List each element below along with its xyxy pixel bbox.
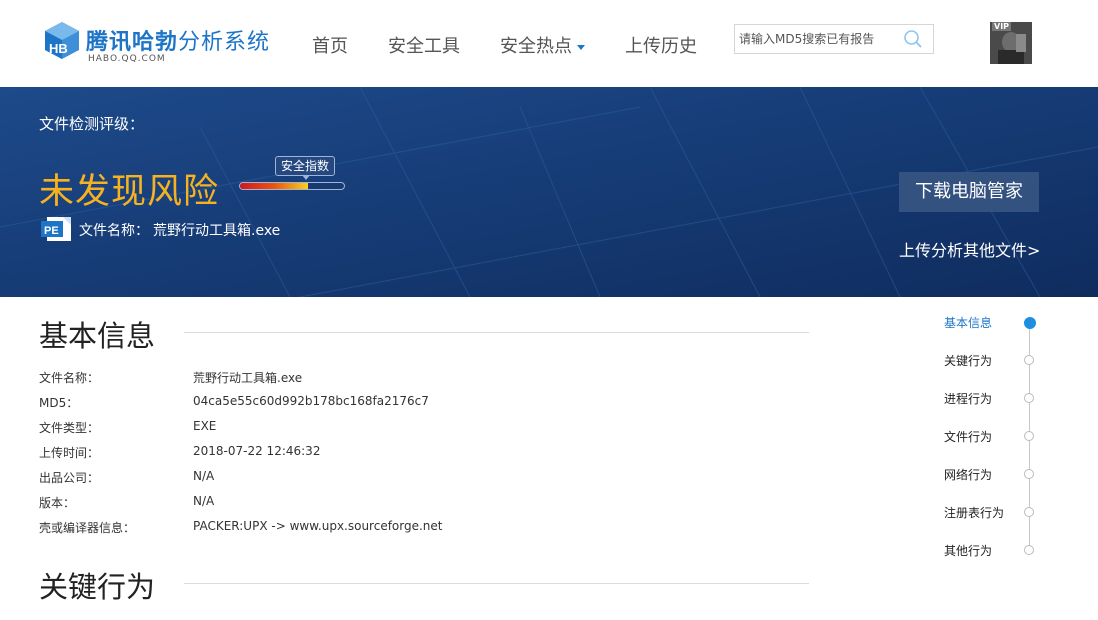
main-nav: 首页 安全工具 安全热点 上传历史 <box>312 32 737 60</box>
risk-verdict: 未发现风险 <box>39 172 220 212</box>
rail-dot-other-behavior[interactable] <box>1024 545 1034 555</box>
habo-cube-icon: HB <box>45 22 79 59</box>
rail-dot-key-behavior[interactable] <box>1024 355 1034 365</box>
rail-item-basic-info[interactable]: 基本信息 <box>944 314 992 331</box>
upload-other-files-link[interactable]: 上传分析其他文件> <box>899 237 1040 261</box>
nav-upload-history-label: 上传历史 <box>625 36 697 57</box>
info-key-file-name: 文件名称： <box>39 371 100 385</box>
user-avatar[interactable]: VIP <box>990 22 1032 64</box>
rail-item-file-behavior[interactable]: 文件行为 <box>944 428 992 445</box>
info-key-md5: MD5： <box>39 396 79 410</box>
habo-logo[interactable]: HB 腾讯哈勃分析系统 HABO.QQ.COM <box>42 18 282 68</box>
brand-title-bold: 腾讯哈勃 <box>86 30 179 55</box>
nav-security-tools[interactable]: 安全工具 <box>388 32 460 60</box>
safety-index-tooltip: 安全指数 <box>275 156 336 180</box>
nav-home[interactable]: 首页 <box>312 32 348 60</box>
file-name-label: 文件名称： <box>79 223 149 239</box>
rail-item-registry-behavior[interactable]: 注册表行为 <box>944 504 1004 521</box>
info-key-version: 版本： <box>39 496 76 510</box>
brand-title-rest: 分析系统 <box>178 30 271 55</box>
rail-item-process-behavior[interactable]: 进程行为 <box>944 390 992 407</box>
brand-title: 腾讯哈勃分析系统 <box>86 24 270 56</box>
safety-index-fill <box>240 183 308 189</box>
rail-item-network-behavior[interactable]: 网络行为 <box>944 466 992 483</box>
info-value-version: N/A <box>193 494 215 508</box>
top-header: HB 腾讯哈勃分析系统 HABO.QQ.COM 首页 安全工具 安全热点 上传历… <box>0 0 1098 87</box>
info-key-upload-time: 上传时间： <box>39 446 100 460</box>
info-key-company: 出品公司： <box>39 471 100 485</box>
rail-dot-process-behavior[interactable] <box>1024 393 1034 403</box>
result-banner: 文件检测评级： 未发现风险 安全指数 PE 文件名称： 荒野行动工具箱.exe … <box>0 87 1098 297</box>
safety-index-meter <box>239 182 345 190</box>
section-divider <box>184 332 809 333</box>
download-pc-manager-button[interactable]: 下载电脑管家 <box>899 172 1039 212</box>
rail-item-other-behavior[interactable]: 其他行为 <box>944 542 992 559</box>
md5-search-input[interactable] <box>739 28 899 50</box>
rail-dot-file-behavior[interactable] <box>1024 431 1034 441</box>
caret-down-icon <box>577 44 585 50</box>
svg-text:HB: HB <box>49 41 68 56</box>
basic-info-heading: 基本信息 <box>39 313 178 355</box>
key-behavior-heading: 关键行为 <box>39 564 178 606</box>
info-key-packer: 壳或编译器信息： <box>39 521 136 535</box>
nav-security-hotspots[interactable]: 安全热点 <box>500 32 585 60</box>
nav-security-hotspots-label: 安全热点 <box>500 36 572 57</box>
nav-security-tools-label: 安全工具 <box>388 36 460 57</box>
info-value-company: N/A <box>193 469 215 483</box>
info-key-file-type: 文件类型： <box>39 421 100 435</box>
info-value-md5: 04ca5e55c60d992b178bc168fa2176c7 <box>193 394 429 408</box>
section-divider <box>184 583 809 584</box>
info-value-packer: PACKER:UPX -> www.upx.sourceforge.net <box>193 519 443 533</box>
rail-dot-basic-info[interactable] <box>1024 317 1036 329</box>
rating-label: 文件检测评级： <box>39 115 145 133</box>
brand-domain: HABO.QQ.COM <box>88 54 166 64</box>
info-value-file-type: EXE <box>193 419 217 433</box>
nav-upload-history[interactable]: 上传历史 <box>625 32 697 60</box>
info-value-upload-time: 2018-07-22 12:46:32 <box>193 444 321 458</box>
rail-dot-network-behavior[interactable] <box>1024 469 1034 479</box>
rail-dot-registry-behavior[interactable] <box>1024 507 1034 517</box>
pe-icon-text: PE <box>44 225 59 237</box>
md5-search-box <box>734 24 934 54</box>
rail-item-key-behavior[interactable]: 关键行为 <box>944 352 992 369</box>
nav-home-label: 首页 <box>312 36 348 57</box>
file-name-value: 荒野行动工具箱.exe <box>153 223 281 239</box>
vip-badge: VIP <box>992 22 1012 31</box>
pe-file-icon: PE <box>41 217 71 241</box>
info-value-file-name: 荒野行动工具箱.exe <box>193 371 303 385</box>
search-icon[interactable] <box>903 29 923 49</box>
